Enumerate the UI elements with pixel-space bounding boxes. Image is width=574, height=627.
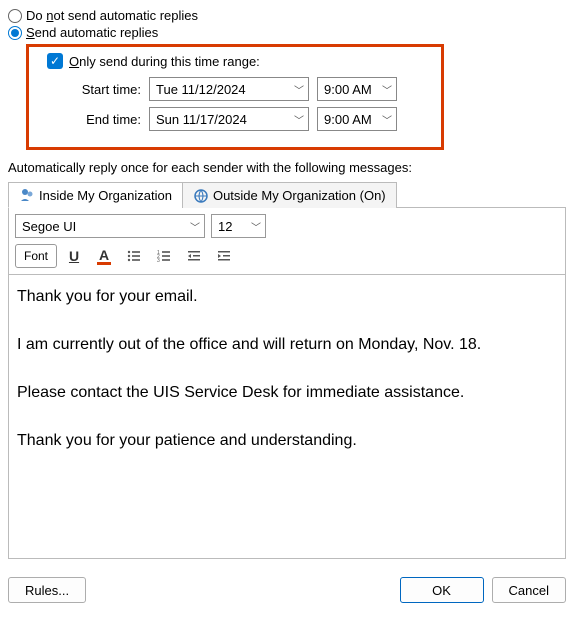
checkbox-checked-icon: ✓ (47, 53, 63, 69)
indent-icon (216, 248, 232, 264)
rules-button[interactable]: Rules... (8, 577, 86, 603)
people-icon (19, 187, 35, 203)
font-button[interactable]: Font (15, 244, 57, 268)
font-size-select[interactable]: 12 ﹀ (211, 214, 266, 238)
tab-outside-label: Outside My Organization (On) (213, 188, 386, 203)
start-date-value: Tue 11/12/2024 (156, 82, 246, 97)
font-name-select[interactable]: Segoe UI ﹀ (15, 214, 205, 238)
only-send-label: Only send during this time range: (69, 54, 260, 69)
radio-send-label: Send automatic replies (26, 25, 158, 40)
end-time-label: End time: (69, 112, 141, 127)
font-name-value: Segoe UI (22, 219, 76, 234)
number-list-button[interactable]: 123 (151, 245, 177, 267)
start-date-dropdown[interactable]: Tue 11/12/2024 ﹀ (149, 77, 309, 101)
start-time-row: Start time: Tue 11/12/2024 ﹀ 9:00 AM ﹀ (69, 77, 431, 101)
increase-indent-button[interactable] (211, 245, 237, 267)
decrease-indent-button[interactable] (181, 245, 207, 267)
start-time-label: Start time: (69, 82, 141, 97)
tab-outside[interactable]: Outside My Organization (On) (182, 182, 397, 208)
radio-do-not-send-label: Do not send automatic replies (26, 8, 198, 23)
section-description: Automatically reply once for each sender… (8, 160, 566, 175)
chevron-down-icon: ﹀ (378, 112, 392, 127)
end-time-dropdown[interactable]: 9:00 AM ﹀ (317, 107, 397, 131)
font-size-value: 12 (218, 219, 232, 234)
start-time-value: 9:00 AM (324, 82, 372, 97)
bullet-list-button[interactable] (121, 245, 147, 267)
font-color-icon: A (97, 248, 111, 265)
underline-button[interactable]: U (61, 245, 87, 267)
cancel-button[interactable]: Cancel (492, 577, 566, 603)
chevron-down-icon: ﹀ (378, 82, 392, 97)
end-date-dropdown[interactable]: Sun 11/17/2024 ﹀ (149, 107, 309, 131)
end-time-row: End time: Sun 11/17/2024 ﹀ 9:00 AM ﹀ (69, 107, 431, 131)
footer: Rules... OK Cancel (8, 577, 566, 603)
radio-checked-icon (8, 26, 22, 40)
radio-send[interactable]: Send automatic replies (8, 25, 566, 40)
outdent-icon (186, 248, 202, 264)
time-range-box: ✓ Only send during this time range: Star… (26, 44, 444, 150)
end-time-value: 9:00 AM (324, 112, 372, 127)
message-editor[interactable]: Thank you for your email. I am currently… (8, 275, 566, 559)
globe-icon (193, 188, 209, 204)
chevron-down-icon: ﹀ (290, 112, 304, 127)
chevron-down-icon: ﹀ (290, 82, 304, 97)
tab-inside-label: Inside My Organization (39, 188, 172, 203)
tab-inside[interactable]: Inside My Organization (8, 182, 183, 208)
only-send-checkbox[interactable]: ✓ Only send during this time range: (47, 53, 431, 69)
radio-do-not-send[interactable]: Do not send automatic replies (8, 8, 566, 23)
number-list-icon: 123 (156, 248, 172, 264)
ok-button[interactable]: OK (400, 577, 484, 603)
radio-unchecked-icon (8, 9, 22, 23)
bullet-list-icon (126, 248, 142, 264)
start-time-dropdown[interactable]: 9:00 AM ﹀ (317, 77, 397, 101)
svg-text:3: 3 (157, 258, 160, 264)
chevron-down-icon: ﹀ (186, 219, 200, 234)
end-date-value: Sun 11/17/2024 (156, 112, 247, 127)
editor-toolbar: Segoe UI ﹀ 12 ﹀ Font U A 123 (8, 208, 566, 275)
font-color-button[interactable]: A (91, 245, 117, 267)
chevron-down-icon: ﹀ (247, 219, 261, 234)
tabs: Inside My Organization Outside My Organi… (8, 181, 566, 208)
